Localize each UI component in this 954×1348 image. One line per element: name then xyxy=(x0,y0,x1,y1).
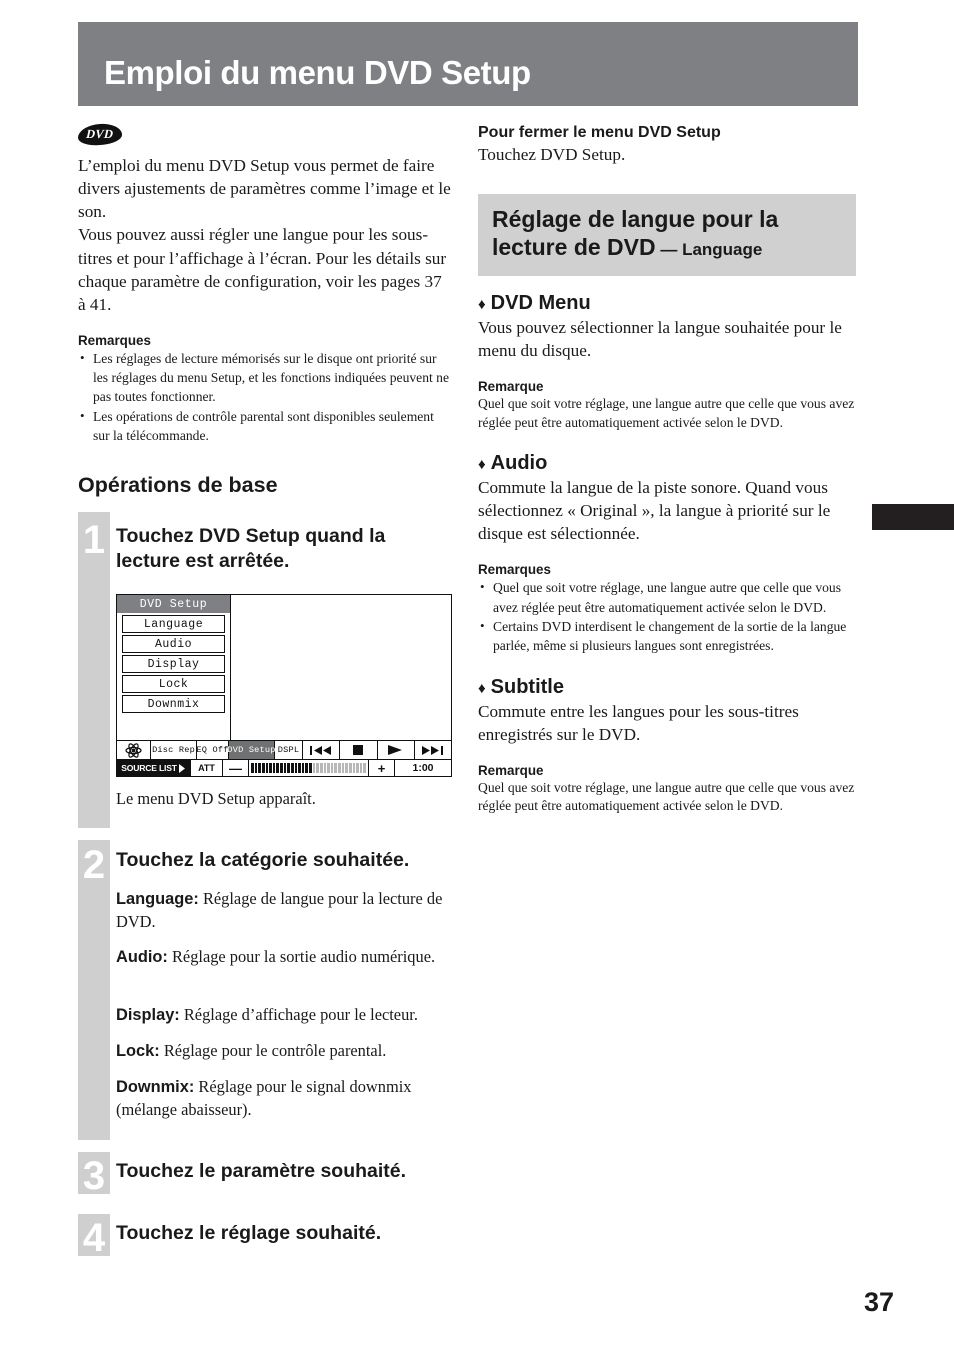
page-number: 37 xyxy=(863,1287,894,1317)
subsection-heading-subtitle: ♦ Subtitle xyxy=(478,676,856,699)
list-item: Les opérations de contrôle parental sont… xyxy=(78,407,453,446)
subsection-body-subtitle: Commute entre les langues pour les sous-… xyxy=(478,701,799,744)
step-2-term-language: Language: xyxy=(116,890,199,908)
intro-paragraph-1: L’emploi du menu DVD Setup vous permet d… xyxy=(78,156,451,222)
step-2-desc-display: Réglage d’affichage pour le lecteur. xyxy=(179,1005,418,1024)
right-column: Pour fermer le menu DVD Setup Touchez DV… xyxy=(478,124,856,816)
source-atom-icon[interactable] xyxy=(117,741,151,759)
dspl-button[interactable]: DSPL xyxy=(275,741,303,759)
source-list-button[interactable]: SOURCE LIST xyxy=(117,760,191,776)
subsection-title-audio: Audio xyxy=(490,452,548,474)
step-1-title: Touchez DVD Setup quand la lecture est a… xyxy=(116,525,386,573)
step-3-title: Touchez le paramètre souhaité. xyxy=(116,1160,407,1182)
lcd-menu-item-language[interactable]: Language xyxy=(122,615,225,633)
lcd-menu-column: DVD Setup Language Audio Display Lock Do… xyxy=(117,595,231,740)
language-section-subtitle: Language xyxy=(682,239,763,259)
step-2-item-lock: Lock: Réglage pour le contrôle parental. xyxy=(116,1040,452,1063)
lcd-menu-item-audio[interactable]: Audio xyxy=(122,635,225,653)
lcd-toolbar: Disc Rep EQ Off DVD Setup DSPL xyxy=(117,740,451,759)
step-2-term-downmix: Downmix: xyxy=(116,1078,195,1096)
step-2-desc-audio: Réglage pour la sortie audio numérique. xyxy=(167,947,436,966)
language-section-title-line2: lecture de DVD — Language xyxy=(492,234,842,262)
dvd-menu-note-heading: Remarque xyxy=(478,379,544,395)
left-notes-heading: Remarques xyxy=(78,332,151,348)
step-2-title: Touchez la catégorie souhaitée. xyxy=(116,849,410,871)
language-section-heading: Réglage de langue pour la lecture de DVD… xyxy=(478,194,856,276)
dvd-menu-note-text: Quel que soit votre réglage, une langue … xyxy=(478,396,855,430)
step-2-item-downmix: Downmix: Réglage pour le signal downmix … xyxy=(116,1076,452,1121)
close-menu-text: Touchez DVD Setup. xyxy=(478,145,626,164)
edge-thumb-tab xyxy=(872,504,954,530)
step-1-number: 1 xyxy=(82,518,106,562)
page-title: Emploi du menu DVD Setup xyxy=(104,54,531,91)
step-4-title: Touchez le réglage souhaité. xyxy=(116,1222,382,1244)
subsection-title-dvd-menu: DVD Menu xyxy=(490,291,591,314)
lcd-menu-item-display[interactable]: Display xyxy=(122,655,225,673)
step-3-number: 3 xyxy=(82,1154,106,1198)
language-section-title-line1: Réglage de langue pour la xyxy=(492,206,779,233)
language-section-title-line2-text: lecture de DVD xyxy=(492,233,656,260)
subsection-body-dvd-menu: Vous pouvez sélectionner la langue souha… xyxy=(478,317,842,360)
step-2-term-display: Display: xyxy=(116,1006,180,1024)
dvd-disc-badge-icon: DVD xyxy=(77,122,123,147)
left-notes-list: Les réglages de lecture mémorisés sur le… xyxy=(78,349,453,445)
step-2-item-display: Display: Réglage d’affichage pour le lec… xyxy=(116,1004,461,1027)
step-2-desc-lock: Réglage pour le contrôle parental. xyxy=(159,1041,387,1060)
source-list-label: SOURCE LIST xyxy=(121,763,177,773)
volume-down-button[interactable]: — xyxy=(223,760,249,776)
disc-rep-button[interactable]: Disc Rep xyxy=(151,741,197,759)
audio-notes-heading: Remarques xyxy=(478,562,551,578)
language-section-dash: — xyxy=(655,239,683,259)
lcd-bottom-bar: SOURCE LIST ATT — + 1:00 xyxy=(117,759,451,776)
att-button[interactable]: ATT xyxy=(191,760,223,776)
list-item: Certains DVD interdisent le changement d… xyxy=(478,617,856,656)
intro-paragraph-2: Vous pouvez aussi régler une langue pour… xyxy=(78,225,447,314)
close-menu-heading: Pour fermer le menu DVD Setup xyxy=(478,124,721,141)
step-2-term-lock: Lock: xyxy=(116,1042,160,1060)
step-2-term-audio: Audio: xyxy=(116,948,168,966)
dvd-setup-button[interactable]: DVD Setup xyxy=(227,741,275,759)
subsection-heading-dvd-menu: ♦ DVD Menu xyxy=(478,292,856,315)
step-1-band-lower xyxy=(78,590,110,780)
volume-segments xyxy=(251,763,366,773)
diamond-bullet-icon: ♦ xyxy=(478,679,486,697)
lcd-upper-area: DVD Setup Language Audio Display Lock Do… xyxy=(117,595,451,740)
diamond-bullet-icon: ♦ xyxy=(478,295,486,313)
step-2-item-audio: Audio: Réglage pour la sortie audio numé… xyxy=(116,946,452,969)
subtitle-note-heading: Remarque xyxy=(478,762,544,778)
dvd-badge-label: DVD xyxy=(86,127,115,142)
device-lcd-screenshot: DVD Setup Language Audio Display Lock Do… xyxy=(116,594,452,777)
lcd-menu-title: DVD Setup xyxy=(117,595,230,613)
clock-display: 1:00 xyxy=(412,762,434,774)
play-icon[interactable] xyxy=(378,741,415,759)
subsection-title-subtitle: Subtitle xyxy=(490,675,564,698)
left-column: DVD L’emploi du menu DVD Setup vous perm… xyxy=(77,122,453,510)
step-1-band-caption xyxy=(78,780,110,828)
step-4-number: 4 xyxy=(82,1216,106,1260)
step-2-number: 2 xyxy=(82,843,106,887)
stop-icon[interactable] xyxy=(340,741,378,759)
step-1-caption: Le menu DVD Setup apparaît. xyxy=(116,789,316,808)
subtitle-note-text: Quel que soit votre réglage, une langue … xyxy=(478,779,855,814)
lcd-menu-item-downmix[interactable]: Downmix xyxy=(122,695,225,713)
list-item: Quel que soit votre réglage, une langue … xyxy=(478,578,856,617)
subsection-heading-audio: ♦ Audio xyxy=(478,452,856,475)
operations-heading: Opérations de base xyxy=(78,473,278,498)
next-track-icon[interactable] xyxy=(415,741,451,759)
volume-level-bar[interactable] xyxy=(249,760,369,776)
previous-track-icon[interactable] xyxy=(303,741,341,759)
step-2-item-language: Language: Réglage de langue pour la lect… xyxy=(116,888,452,933)
lcd-menu-item-lock[interactable]: Lock xyxy=(122,675,225,693)
audio-notes-list: Quel que soit votre réglage, une langue … xyxy=(478,578,856,655)
subsection-body-audio: Commute la langue de la piste sonore. Qu… xyxy=(478,478,831,544)
eq-button[interactable]: EQ Off xyxy=(196,741,229,759)
chevron-right-icon xyxy=(178,763,185,773)
volume-up-button[interactable]: + xyxy=(369,760,395,776)
list-item: Les réglages de lecture mémorisés sur le… xyxy=(78,349,453,407)
diamond-bullet-icon: ♦ xyxy=(478,456,486,473)
